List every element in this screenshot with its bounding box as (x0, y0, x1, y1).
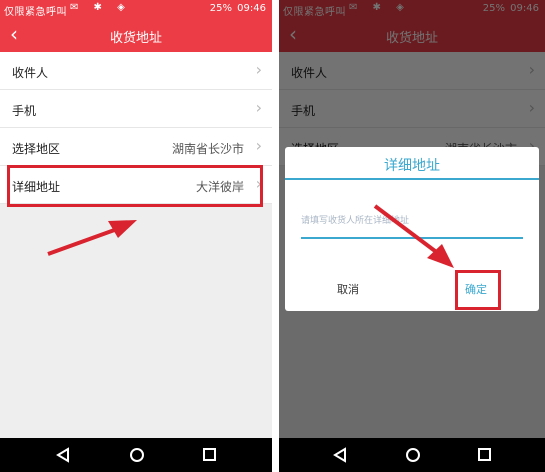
annotation-arrow (47, 220, 137, 256)
nav-recents-icon (478, 448, 491, 461)
nav-home-icon (130, 448, 144, 462)
nav-bar (0, 438, 272, 472)
nav-home-icon (406, 448, 420, 462)
nav-back-icon (333, 447, 346, 463)
nav-recents-icon (203, 448, 216, 461)
phone-screen-right: 仅限紧急呼叫 ✉ ✱ ◈ 25% 09:46 ‹ 收货地址 收件人 › 手机 ›… (279, 0, 545, 472)
nav-bar (279, 438, 545, 472)
annotation-arrow (373, 204, 454, 268)
nav-back-icon (56, 447, 69, 463)
phone-screen-left: 仅限紧急呼叫 ✉ ✱ ◈ 25% 09:46 ‹ 收货地址 收件人 › 手机 ›… (0, 0, 272, 472)
